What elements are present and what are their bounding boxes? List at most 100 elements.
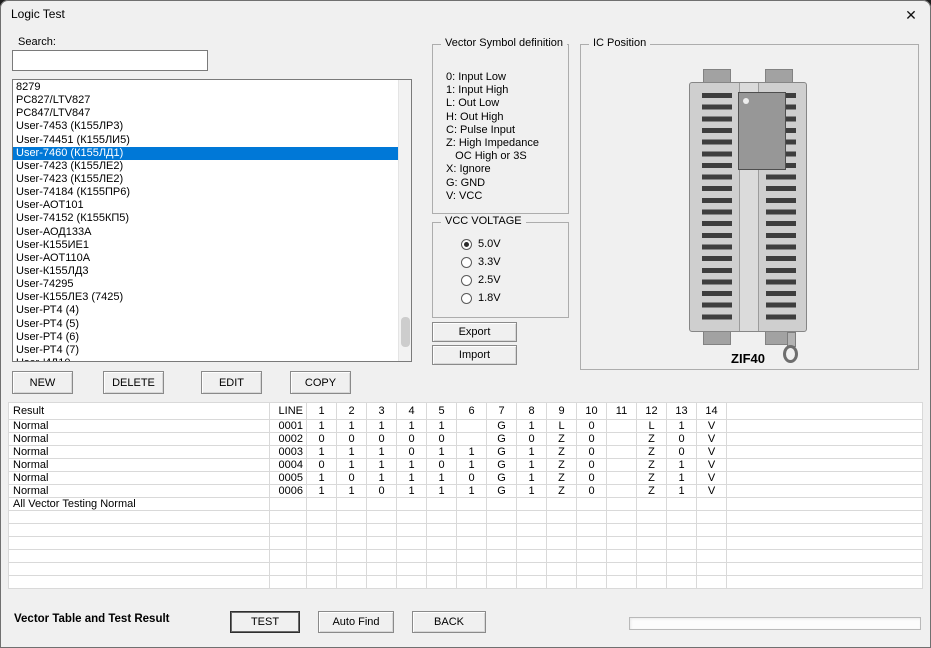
vcc-option-1.8v[interactable]: 1.8V — [461, 289, 501, 307]
chip-list-scrollbar[interactable] — [398, 80, 411, 361]
pin-cell — [667, 498, 697, 511]
vector-row[interactable]: Normal0006110111G1Z0Z1V — [9, 485, 923, 498]
vector-row[interactable] — [9, 537, 923, 550]
chip-list-item[interactable]: User-7423 (К155ЛЕ2) — [13, 160, 398, 173]
vector-row[interactable] — [9, 576, 923, 589]
chip-list-item[interactable]: User-К155ИЕ1 — [13, 239, 398, 252]
chip-list-item[interactable]: PC847/LTV847 — [13, 107, 398, 120]
vcc-option-2.5v[interactable]: 2.5V — [461, 271, 501, 289]
pin-cell: 0 — [397, 446, 427, 459]
vector-row[interactable]: Normal0004011101G1Z0Z1V — [9, 459, 923, 472]
pin-cell — [547, 563, 577, 576]
column-header: 4 — [397, 403, 427, 420]
pin-cell — [607, 485, 637, 498]
pin-cell — [487, 537, 517, 550]
line-cell — [270, 550, 307, 563]
chip-list-item[interactable]: User-РТ4 (7) — [13, 344, 398, 357]
pin-cell: 1 — [397, 420, 427, 433]
vector-row[interactable]: Normal000111111G1L0L1V — [9, 420, 923, 433]
chip-list-item[interactable]: User-74451 (К155ЛИ5) — [13, 134, 398, 147]
chip-list-item[interactable]: User-7460 (К155ЛД1) — [13, 147, 398, 160]
chip-list[interactable]: 8279PC827/LTV827PC847/LTV847User-7453 (К… — [12, 79, 412, 362]
pin-cell: 0 — [667, 446, 697, 459]
vector-symbol-title: Vector Symbol definition — [441, 37, 567, 49]
line-cell: 0001 — [270, 420, 307, 433]
chip-list-item[interactable]: User-АОТ110А — [13, 252, 398, 265]
column-header — [727, 403, 923, 420]
vector-row[interactable]: Normal000200000G0Z0Z0V — [9, 433, 923, 446]
chip-list-item[interactable]: User-74295 — [13, 278, 398, 291]
pin-cell: 0 — [307, 433, 337, 446]
pin-cell: V — [697, 459, 727, 472]
import-button[interactable]: Import — [432, 345, 517, 365]
chip-list-item[interactable]: User-7423 (К155ЛЕ2) — [13, 173, 398, 186]
chip-list-item[interactable]: User-РТ4 (6) — [13, 331, 398, 344]
close-button[interactable]: ✕ — [896, 3, 926, 27]
scrollbar-thumb[interactable] — [401, 317, 410, 347]
vector-row[interactable] — [9, 550, 923, 563]
delete-button[interactable]: DELETE — [103, 371, 164, 394]
vector-row[interactable] — [9, 524, 923, 537]
new-button[interactable]: NEW — [12, 371, 73, 394]
pin-cell: Z — [547, 485, 577, 498]
edit-button[interactable]: EDIT — [201, 371, 262, 394]
pin-cell — [307, 524, 337, 537]
pin-cell: 0 — [337, 472, 367, 485]
column-header: 5 — [427, 403, 457, 420]
pin-cell — [547, 498, 577, 511]
vector-row[interactable]: All Vector Testing Normal — [9, 498, 923, 511]
filler-cell — [727, 511, 923, 524]
pin-cell — [307, 511, 337, 524]
export-button[interactable]: Export — [432, 322, 517, 342]
chip-list-item[interactable]: User-РТ4 (4) — [13, 304, 398, 317]
vector-row[interactable] — [9, 511, 923, 524]
result-cell: Normal — [9, 472, 270, 485]
chip-list-item[interactable]: User-ИД10 — [13, 357, 398, 361]
back-button[interactable]: BACK — [412, 611, 486, 633]
chip-list-item[interactable]: User-7453 (К155ЛР3) — [13, 120, 398, 133]
vcc-option-3.3v[interactable]: 3.3V — [461, 253, 501, 271]
chip-list-item[interactable]: User-74152 (К155КП5) — [13, 212, 398, 225]
chip-list-item[interactable]: User-АОТ101 — [13, 199, 398, 212]
pin-cell: 1 — [337, 485, 367, 498]
pin-cell — [457, 550, 487, 563]
pin-cell — [517, 550, 547, 563]
vector-symbol-line: G: GND — [446, 177, 539, 190]
pin-cell — [667, 550, 697, 563]
pin-cell: 1 — [307, 446, 337, 459]
pin-cell — [547, 537, 577, 550]
copy-button[interactable]: COPY — [290, 371, 351, 394]
chip-list-item[interactable]: User-АОД133А — [13, 226, 398, 239]
chip-list-item[interactable]: User-К155ЛЕ3 (7425) — [13, 291, 398, 304]
chip-list-item[interactable]: User-74184 (К155ПР6) — [13, 186, 398, 199]
pin-cell — [307, 550, 337, 563]
vector-row[interactable]: Normal0003111011G1Z0Z0V — [9, 446, 923, 459]
pin-cell — [397, 550, 427, 563]
chip-list-item[interactable]: PC827/LTV827 — [13, 94, 398, 107]
chip-list-item[interactable]: 8279 — [13, 81, 398, 94]
column-header: 10 — [577, 403, 607, 420]
pin-cell — [457, 563, 487, 576]
pin-cell: G — [487, 459, 517, 472]
vcc-option-5.0v[interactable]: 5.0V — [461, 235, 501, 253]
socket-body — [689, 82, 807, 332]
pin-cell — [307, 498, 337, 511]
pin-cell — [697, 563, 727, 576]
chip-list-item[interactable]: User-РТ4 (5) — [13, 318, 398, 331]
pin-cell: 0 — [397, 433, 427, 446]
logic-test-dialog: Logic Test ✕ Search: 8279PC827/LTV827PC8… — [0, 0, 931, 648]
vector-row[interactable] — [9, 563, 923, 576]
pin-cell — [367, 550, 397, 563]
auto-find-button[interactable]: Auto Find — [318, 611, 394, 633]
search-input[interactable] — [12, 50, 208, 71]
pin-cell: G — [487, 446, 517, 459]
pin-cell — [337, 563, 367, 576]
pin-cell: Z — [547, 472, 577, 485]
test-button[interactable]: TEST — [230, 611, 300, 633]
vector-symbol-line: L: Out Low — [446, 97, 539, 110]
chip-list-item[interactable]: User-К155ЛД3 — [13, 265, 398, 278]
vector-row[interactable]: Normal0005101110G1Z0Z1V — [9, 472, 923, 485]
vector-symbol-lines: 0: Input Low1: Input HighL: Out LowH: Ou… — [446, 71, 539, 203]
pin-cell: 0 — [367, 433, 397, 446]
pin-cell: V — [697, 446, 727, 459]
